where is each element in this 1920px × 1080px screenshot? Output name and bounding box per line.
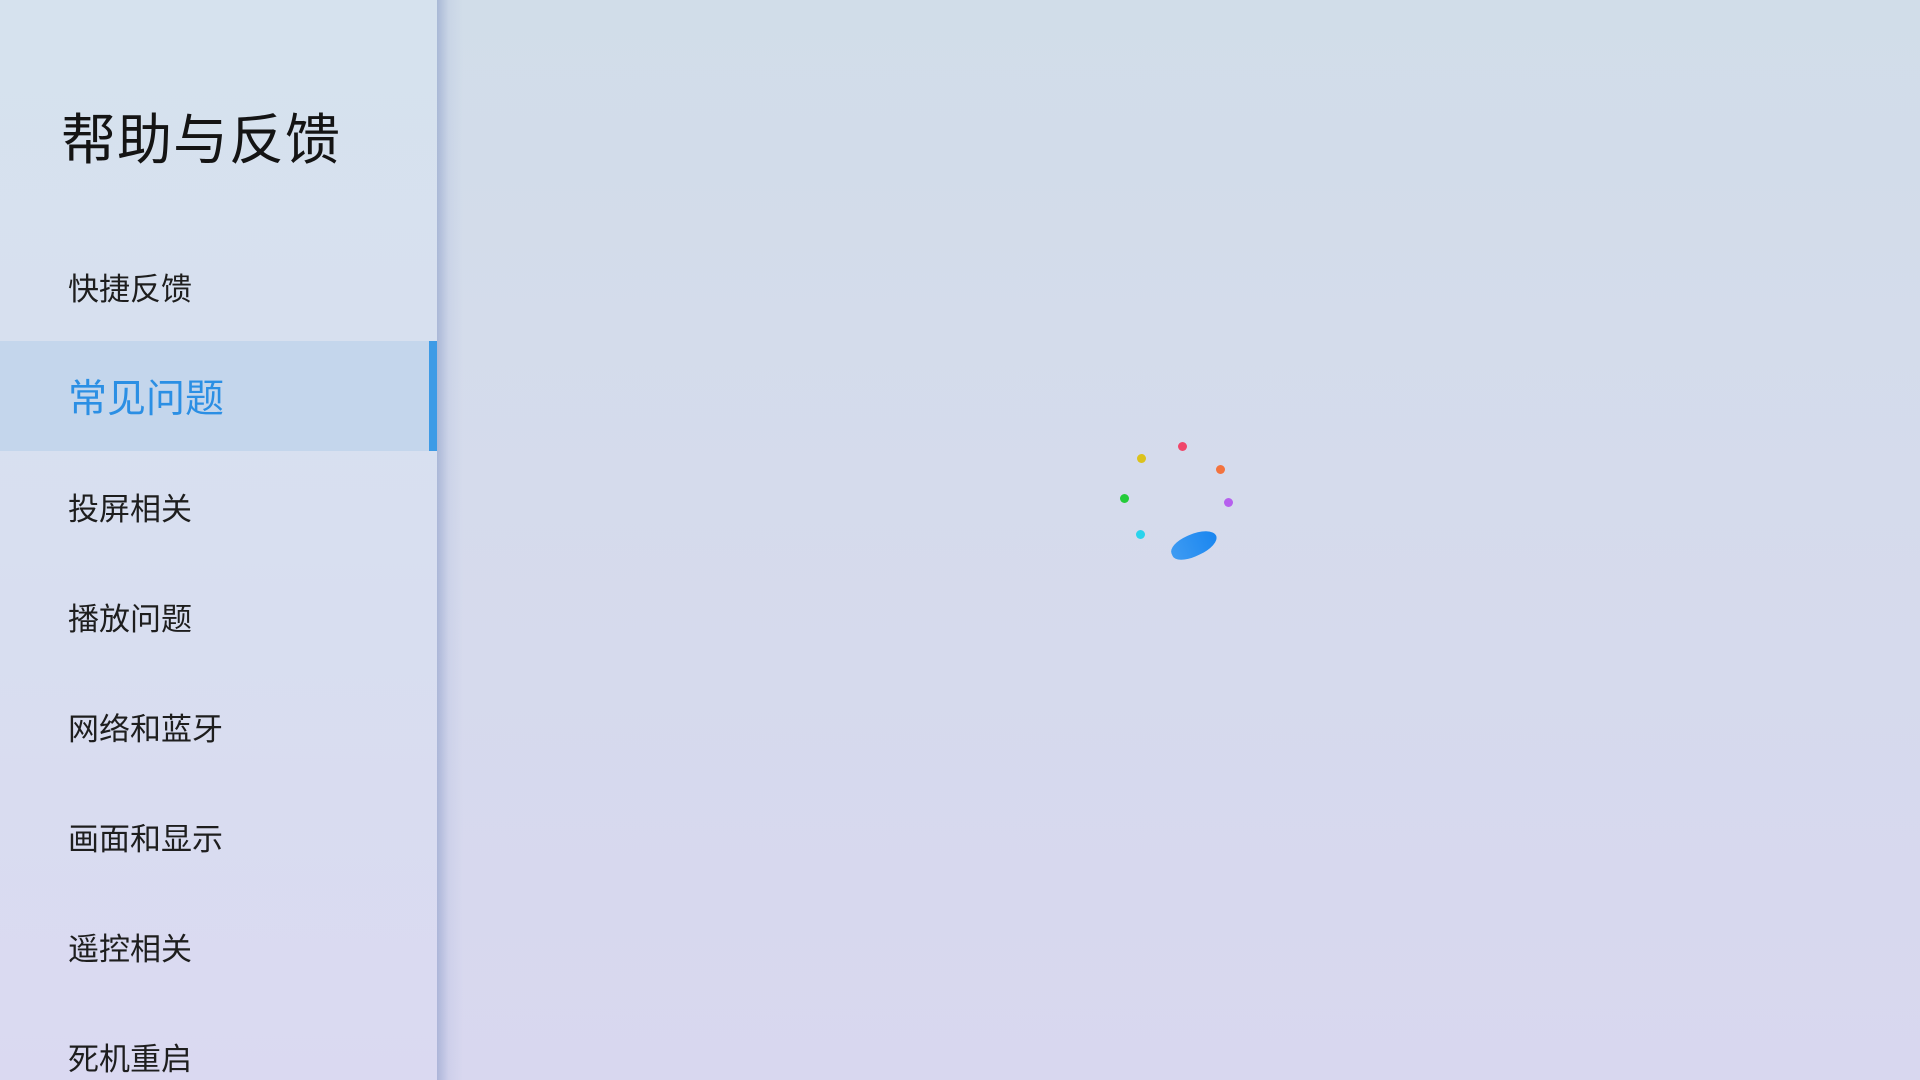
sidebar-item-quick-feedback[interactable]: 快捷反馈: [0, 231, 437, 341]
loading-spinner-icon: [1110, 432, 1240, 572]
page-title: 帮助与反馈: [61, 108, 342, 172]
sidebar-item-faq[interactable]: 常见问题: [0, 341, 437, 451]
spinner-dot-green: [1120, 494, 1129, 503]
spinner-dot-yellow: [1137, 454, 1146, 463]
sidebar: 帮助与反馈 快捷反馈 常见问题 投屏相关 播放问题 网络和蓝牙 画面和显示 遥控…: [0, 0, 437, 1080]
sidebar-menu: 快捷反馈 常见问题 投屏相关 播放问题 网络和蓝牙 画面和显示 遥控相关 死机重…: [0, 231, 437, 1080]
sidebar-item-remote-control[interactable]: 遥控相关: [0, 891, 437, 1001]
sidebar-shadow: [437, 0, 463, 1080]
spinner-dot-cyan: [1136, 530, 1145, 539]
sidebar-item-picture-display[interactable]: 画面和显示: [0, 781, 437, 891]
sidebar-item-label: 常见问题: [68, 377, 225, 422]
sidebar-item-playback[interactable]: 播放问题: [0, 561, 437, 671]
spinner-blob: [1167, 525, 1221, 565]
spinner-dot-red: [1178, 442, 1187, 451]
spinner-dot-orange: [1216, 465, 1225, 474]
active-indicator-bar: [429, 341, 437, 451]
spinner-dot-purple: [1224, 498, 1233, 507]
sidebar-item-freeze-restart[interactable]: 死机重启: [0, 1001, 437, 1080]
sidebar-item-network-bluetooth[interactable]: 网络和蓝牙: [0, 671, 437, 781]
sidebar-item-screen-casting[interactable]: 投屏相关: [0, 451, 437, 561]
